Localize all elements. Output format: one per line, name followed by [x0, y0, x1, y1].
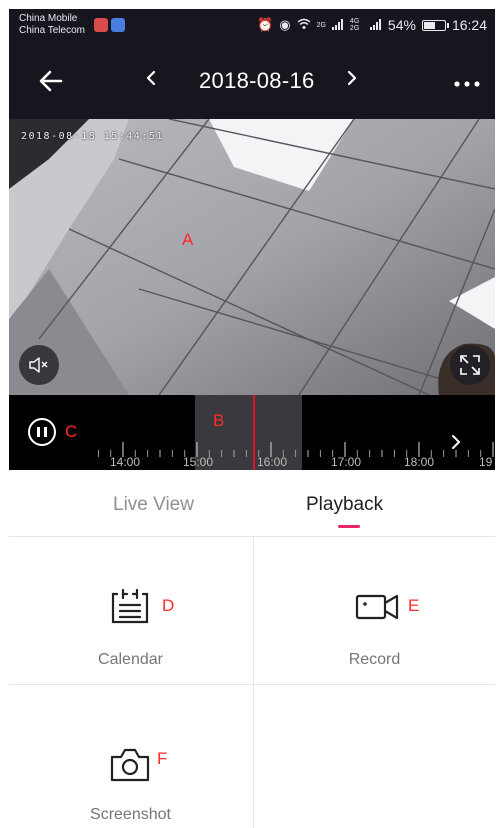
chevron-right-icon — [347, 70, 357, 86]
annotation-marker-a: A — [182, 230, 194, 249]
clock: 16:24 — [451, 17, 487, 33]
chevron-right-icon — [452, 435, 461, 449]
alarm-icon: ⏰ — [257, 17, 274, 32]
camera-icon — [110, 748, 150, 782]
chevron-left-icon — [146, 70, 156, 86]
next-day-button[interactable] — [346, 67, 358, 93]
status-bar: China Mobile China Telecom ⏰ ◉ 2G 4G 2G … — [9, 9, 495, 43]
app-notification-icon — [94, 18, 108, 32]
more-button[interactable] — [453, 65, 481, 93]
back-button[interactable] — [33, 63, 69, 99]
tick-label-1700: 17:00 — [331, 455, 362, 469]
action-grid: D Calendar E Record F Screenshot — [9, 536, 495, 828]
camera-feed — [9, 119, 495, 395]
playback-timeline[interactable]: C B 14:00 15:00 16:00 17:00 18:00 19 — [9, 395, 495, 470]
tick-label-1500: 15:00 — [183, 455, 214, 469]
tick-label-1600: 16:00 — [257, 455, 288, 469]
more-icon — [454, 81, 480, 87]
screenshot-button[interactable]: F Screenshot — [9, 685, 252, 828]
playback-header: 2018-08-16 — [9, 43, 495, 119]
eye-icon: ◉ — [279, 17, 291, 32]
calendar-icon — [111, 588, 149, 624]
video-camera-icon — [355, 594, 399, 620]
record-label: Record — [348, 651, 401, 668]
annotation-marker-d: D — [162, 596, 175, 615]
tick-label-1900: 19 — [479, 455, 493, 469]
video-player[interactable]: 2018-08-18 15:44:51 A — [9, 119, 495, 395]
view-tabs: Live View Playback — [9, 470, 495, 537]
battery-icon — [421, 19, 449, 31]
tab-live-view[interactable]: Live View — [113, 494, 194, 516]
fullscreen-button[interactable] — [450, 345, 490, 385]
annotation-marker-f: F — [157, 749, 168, 768]
annotation-marker-b: B — [213, 411, 225, 430]
speaker-muted-icon — [29, 357, 48, 373]
calendar-button[interactable]: D Calendar — [9, 536, 252, 684]
signal-icon-2 — [369, 18, 382, 33]
notification-icons — [94, 18, 125, 32]
carrier-info: China Mobile China Telecom — [19, 13, 85, 37]
mute-button[interactable] — [19, 345, 59, 385]
record-button[interactable]: E Record — [253, 536, 495, 684]
tab-playback[interactable]: Playback — [306, 494, 383, 516]
previous-day-button[interactable] — [145, 67, 157, 93]
network-type-2: 4G 2G — [349, 18, 360, 32]
annotation-marker-c: C — [65, 422, 78, 441]
osd-timestamp: 2018-08-18 15:44:51 — [21, 131, 164, 142]
date-title[interactable]: 2018-08-16 — [199, 68, 315, 94]
calendar-label: Calendar — [98, 651, 163, 668]
pause-icon-bar — [44, 427, 47, 437]
signal-icon — [331, 18, 344, 33]
status-indicators: ⏰ ◉ 2G 4G 2G 54% 16:24 — [257, 17, 487, 33]
back-arrow-icon — [39, 70, 63, 92]
battery-percent: 54% — [387, 17, 416, 33]
annotation-marker-e: E — [408, 596, 420, 615]
screenshot-label: Screenshot — [90, 806, 171, 823]
pause-icon — [37, 427, 40, 437]
app-notification-icon — [111, 18, 125, 32]
wifi-icon — [297, 18, 311, 33]
tick-label-1800: 18:00 — [404, 455, 435, 469]
network-type-1: 2G — [316, 21, 326, 29]
fullscreen-icon — [460, 355, 480, 375]
tick-label-1400: 14:00 — [110, 455, 141, 469]
carrier-2: China Telecom — [19, 25, 85, 36]
app-frame: China Mobile China Telecom ⏰ ◉ 2G 4G 2G … — [9, 9, 495, 828]
active-tab-indicator — [338, 525, 360, 528]
carrier-1: China Mobile — [19, 13, 78, 24]
battery-fill — [423, 21, 435, 29]
pause-button[interactable] — [28, 418, 56, 446]
playhead[interactable] — [253, 395, 255, 470]
